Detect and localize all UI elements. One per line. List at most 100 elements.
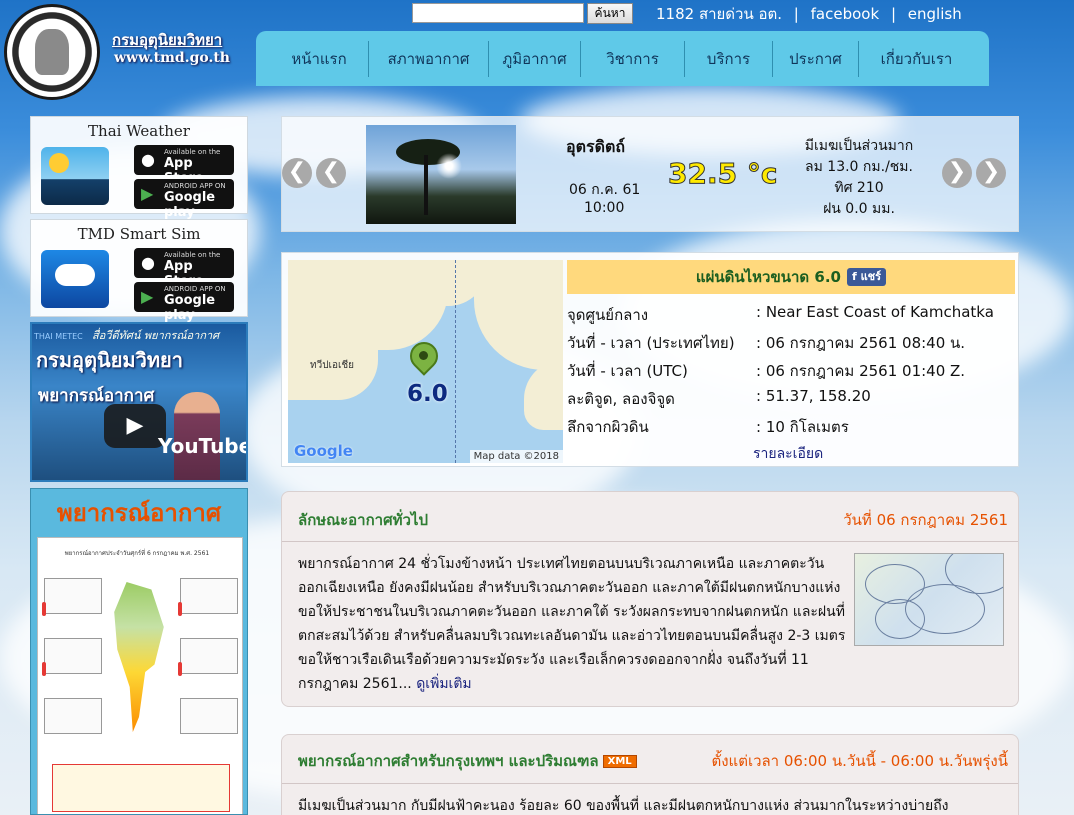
app-store-button[interactable]: ● Available on the App Store <box>134 248 234 289</box>
youtube-video-thumbnail[interactable]: THAI METEC สื่อวีดีทัศน์ พยากรณ์อากาศ กร… <box>30 322 248 482</box>
sun-glow <box>436 153 462 179</box>
thermometer-icon <box>42 602 46 616</box>
general-weather-body: พยากรณ์อากาศ 24 ชั่วโมงข้างหน้า ประเทศไท… <box>298 556 846 692</box>
gplay-small-label: ANDROID APP ON <box>164 285 226 293</box>
wind-direction: ทิศ 210 <box>834 180 884 196</box>
hotline-link[interactable]: 1182 สายด่วน อต. <box>656 5 782 23</box>
sun-icon <box>49 153 69 173</box>
video-title: กรมอุตุนิยมวิทยา <box>36 348 183 372</box>
region-card <box>180 638 238 674</box>
facebook-link[interactable]: facebook <box>811 5 880 23</box>
forecast-sheet-heading: พยากรณ์อากาศประจำวันศุกร์ที่ 6 กรกฎาคม พ… <box>64 550 210 557</box>
google-logo: Google <box>294 442 353 460</box>
region-card <box>44 578 102 614</box>
apple-icon: ● <box>141 150 155 169</box>
forecast-note-box <box>52 764 230 812</box>
eq-label-time-utc: วันที่ - เวลา (UTC) <box>567 362 688 380</box>
map-data-credit[interactable]: Map data ©2018 <box>469 450 563 463</box>
forecast-infographic[interactable]: พยากรณ์อากาศ พยากรณ์อากาศประจำวันศุกร์ที… <box>30 488 248 815</box>
eq-value-epicenter: : Near East Coast of Kamchatka <box>756 303 994 321</box>
thermometer-icon <box>178 662 182 676</box>
thai-weather-app-icon[interactable] <box>41 147 109 205</box>
gplay-big-label: Google play <box>164 190 216 220</box>
appstore-small-label: Available on the <box>164 148 221 156</box>
eq-label-epicenter: จุดศูนย์กลาง <box>567 306 649 324</box>
temperature-value: 32.5 °c <box>667 157 778 191</box>
smart-sim-app-box: TMD Smart Sim ● Available on the App Sto… <box>30 219 248 323</box>
isobar <box>875 599 925 639</box>
facebook-share-button[interactable]: f แชร์ <box>846 268 887 286</box>
general-weather-title[interactable]: ลักษณะอากาศทั่วไป <box>298 508 428 532</box>
nav-academic[interactable]: วิชาการ <box>580 41 684 77</box>
region-card <box>44 638 102 674</box>
gplay-small-label: ANDROID APP ON <box>164 182 226 190</box>
play-icon[interactable]: ▶ <box>104 404 166 448</box>
forecast-infographic-title: พยากรณ์อากาศ <box>56 498 222 527</box>
next-arrow-icon[interactable]: ❯ <box>942 158 972 188</box>
province-name: อุตรดิตถ์ <box>566 137 626 156</box>
divider <box>282 783 1018 784</box>
station-photo <box>366 125 516 224</box>
eq-value-depth: : 10 กิโลเมตร <box>756 418 849 436</box>
land-north-america <box>474 260 563 370</box>
observation-time: 10:00 <box>584 200 625 216</box>
weather-condition: มีเมฆเป็นส่วนมาก <box>804 138 914 154</box>
bangkok-forecast-title[interactable]: พยากรณ์อากาศสำหรับกรุงเทพฯ และปริมณฑล XML <box>298 749 637 773</box>
land-north-america-west <box>524 360 563 430</box>
next-arrow-icon[interactable]: ❯ <box>976 158 1006 188</box>
thermometer-icon <box>42 662 46 676</box>
read-more-link[interactable]: ดูเพิ่มเติม <box>416 676 471 692</box>
eq-label-coordinates: ละติจูด, ลองจิจูด <box>567 390 675 408</box>
separator: | <box>890 5 896 23</box>
earthquake-map[interactable]: ทวีปเอเชีย 6.0 Google Map data ©2018 <box>288 260 563 463</box>
earthquake-details-link[interactable]: รายละเอียด <box>753 443 823 465</box>
nav-home[interactable]: หน้าแรก <box>270 41 368 77</box>
wind-speed: ลม 13.0 กม./ชม. <box>805 159 913 175</box>
earthquake-title: แผ่นดินไหวขนาด 6.0 <box>695 268 841 286</box>
earthquake-panel: ทวีปเอเชีย 6.0 Google Map data ©2018 แผ่… <box>281 252 1019 467</box>
nav-services[interactable]: บริการ <box>684 41 772 77</box>
bangkok-forecast-panel: พยากรณ์อากาศสำหรับกรุงเทพฯ และปริมณฑล XML… <box>281 734 1019 815</box>
smart-sim-title: TMD Smart Sim <box>77 225 201 243</box>
map-pin-dot <box>419 351 428 360</box>
tree-trunk <box>424 155 428 215</box>
weather-chart-thumbnail[interactable] <box>854 553 1004 646</box>
cloud-icon <box>55 264 95 286</box>
search-button[interactable]: ค้นหา <box>587 3 633 24</box>
separator: | <box>793 5 799 23</box>
video-kicker: สื่อวีดีทัศน์ พยากรณ์อากาศ <box>92 329 220 342</box>
map-label-asia: ทวีปเอเชีย <box>310 360 355 371</box>
nav-about[interactable]: เกี่ยวกับเรา <box>858 41 974 77</box>
nav-climate[interactable]: ภูมิอากาศ <box>488 41 580 77</box>
google-play-button[interactable]: ▶ ANDROID APP ON Google play <box>134 282 234 323</box>
youtube-logo: YouTube <box>158 434 248 458</box>
eq-value-coordinates: : 51.37, 158.20 <box>756 387 871 405</box>
general-weather-date: วันที่ 06 กรกฎาคม 2561 <box>843 511 1008 529</box>
google-play-icon: ▶ <box>141 287 154 306</box>
rainfall: ฝน 0.0 มม. <box>823 201 895 217</box>
english-link[interactable]: english <box>908 5 962 23</box>
general-weather-panel: ลักษณะอากาศทั่วไป วันที่ 06 กรกฎาคม 2561… <box>281 491 1019 707</box>
xml-feed-button[interactable]: XML <box>602 755 637 768</box>
eq-label-time-thailand: วันที่ - เวลา (ประเทศไทย) <box>567 334 735 352</box>
date-line <box>455 260 456 463</box>
region-card <box>44 698 102 734</box>
smart-sim-app-icon[interactable] <box>41 250 109 308</box>
nav-weather[interactable]: สภาพอากาศ <box>368 41 488 77</box>
top-links: 1182 สายด่วน อต. | facebook | english <box>656 2 969 26</box>
video-thai-metec-label: THAI METEC <box>34 332 83 341</box>
share-label: แชร์ <box>860 270 882 283</box>
search-input[interactable] <box>412 3 584 23</box>
divider <box>282 541 1018 542</box>
nav-announcements[interactable]: ประกาศ <box>772 41 858 77</box>
site-url[interactable]: www.tmd.go.th <box>114 50 230 66</box>
prev-arrow-icon[interactable]: ❮ <box>316 158 346 188</box>
prev-arrow-icon[interactable]: ❮ <box>282 158 312 188</box>
thailand-map <box>114 582 164 732</box>
app-store-button[interactable]: ● Available on the App Store <box>134 145 234 186</box>
bangkok-forecast-period: ตั้งแต่เวลา 06:00 น.วันนี้ - 06:00 น.วัน… <box>711 752 1008 770</box>
site-name[interactable]: กรมอุตุนิยมวิทยา <box>112 28 222 52</box>
appstore-small-label: Available on the <box>164 251 221 259</box>
tmd-logo[interactable] <box>4 4 100 100</box>
google-play-button[interactable]: ▶ ANDROID APP ON Google play <box>134 179 234 220</box>
